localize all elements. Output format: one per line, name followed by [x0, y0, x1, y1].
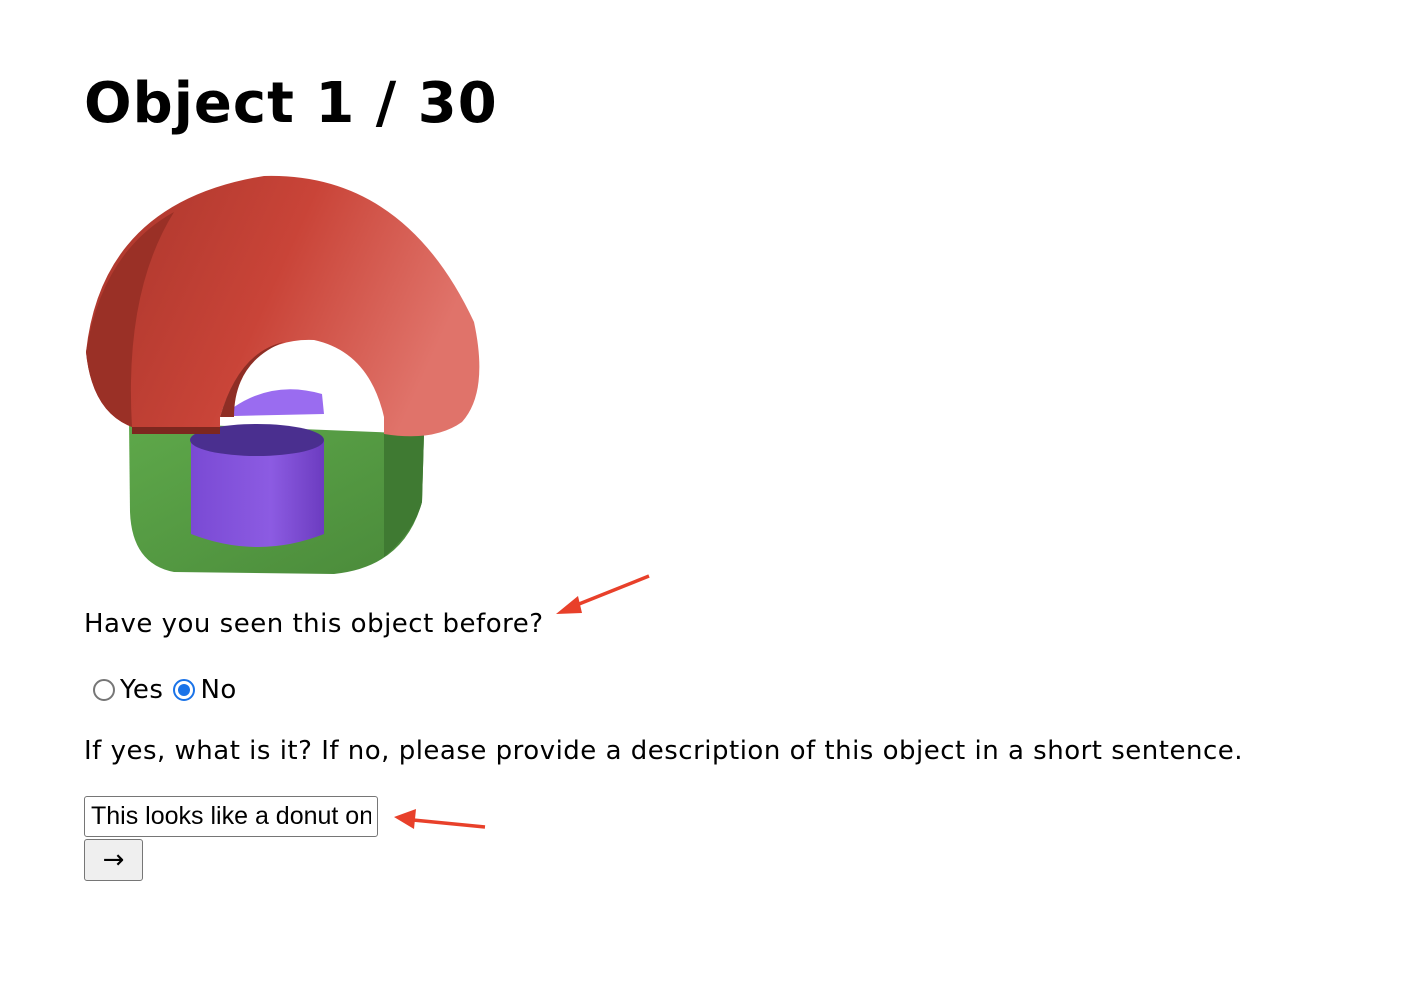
page-title: Object 1 / 30 [84, 71, 498, 136]
annotation-arrow-input [394, 809, 486, 829]
annotation-arrow-question [556, 574, 650, 614]
question-text: Have you seen this object before? [84, 609, 544, 639]
radio-yes-label[interactable]: Yes [120, 675, 163, 705]
radio-no-label[interactable]: No [200, 675, 236, 705]
radio-yes[interactable] [93, 679, 115, 701]
description-prompt: If yes, what is it? If no, please provid… [84, 736, 1243, 766]
object-image [86, 175, 480, 574]
radio-no[interactable] [173, 679, 196, 701]
seen-before-radio-group: Yes No [93, 672, 247, 708]
next-button[interactable]: → [84, 839, 143, 881]
description-input[interactable] [84, 796, 378, 837]
